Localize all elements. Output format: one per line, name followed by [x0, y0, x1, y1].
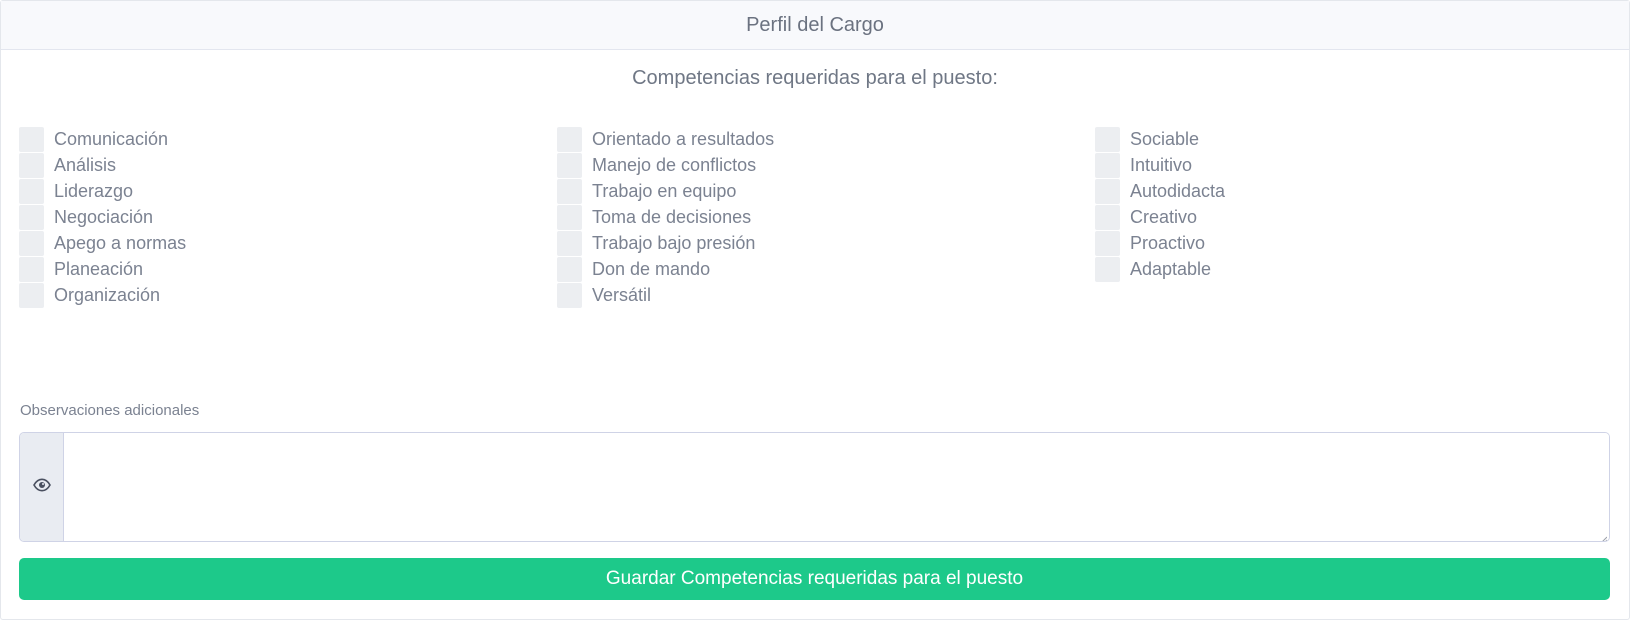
competency-label: Análisis — [54, 155, 117, 175]
checkbox[interactable] — [557, 205, 582, 230]
observations-textarea[interactable] — [64, 433, 1609, 541]
checkbox[interactable] — [557, 257, 582, 282]
competency-planeacion[interactable]: Planeación — [19, 256, 557, 282]
competency-label: Don de mando — [592, 259, 711, 279]
card-title: Perfil del Cargo — [746, 13, 884, 36]
checkbox[interactable] — [1095, 127, 1120, 152]
competency-sociable[interactable]: Sociable — [1095, 126, 1609, 152]
competency-orientado-a-resultados[interactable]: Orientado a resultados — [557, 126, 1095, 152]
competency-apego-a-normas[interactable]: Apego a normas — [19, 230, 557, 256]
checkbox[interactable] — [1095, 179, 1120, 204]
observations-addon — [20, 433, 64, 541]
competency-label: Proactivo — [1130, 233, 1206, 253]
competency-trabajo-bajo-presion[interactable]: Trabajo bajo presión — [557, 230, 1095, 256]
competency-label: Adaptable — [1130, 259, 1212, 279]
competency-label: Trabajo bajo presión — [592, 233, 756, 253]
competency-trabajo-en-equipo[interactable]: Trabajo en equipo — [557, 178, 1095, 204]
competency-label: Toma de decisiones — [592, 207, 752, 227]
competency-label: Comunicación — [54, 129, 169, 149]
competency-proactivo[interactable]: Proactivo — [1095, 230, 1609, 256]
competency-label: Manejo de conflictos — [592, 155, 757, 175]
competency-label: Organización — [54, 285, 161, 305]
save-competencies-button[interactable]: Guardar Competencias requeridas para el … — [19, 558, 1610, 600]
competencies-grid: Comunicación Análisis Liderazgo Negociac… — [19, 126, 1609, 308]
checkbox[interactable] — [557, 179, 582, 204]
competency-label: Apego a normas — [54, 233, 187, 253]
competency-label: Sociable — [1130, 129, 1200, 149]
checkbox[interactable] — [19, 283, 44, 308]
observations-label: Observaciones adicionales — [20, 402, 200, 419]
checkbox[interactable] — [1095, 257, 1120, 282]
section-title: Competencias requeridas para el puesto: — [632, 67, 998, 89]
competency-label: Autodidacta — [1130, 181, 1226, 201]
checkbox[interactable] — [19, 205, 44, 230]
checkbox[interactable] — [19, 153, 44, 178]
competency-autodidacta[interactable]: Autodidacta — [1095, 178, 1609, 204]
competency-comunicacion[interactable]: Comunicación — [19, 126, 557, 152]
competency-label: Trabajo en equipo — [592, 181, 737, 201]
checkbox[interactable] — [557, 231, 582, 256]
eye-icon — [32, 477, 51, 497]
competency-negociacion[interactable]: Negociación — [19, 204, 557, 230]
checkbox[interactable] — [1095, 205, 1120, 230]
competency-label: Versátil — [592, 285, 652, 305]
competencies-column-1: Comunicación Análisis Liderazgo Negociac… — [19, 126, 557, 308]
checkbox[interactable] — [19, 127, 44, 152]
resize-grip-icon[interactable] — [1599, 531, 1608, 541]
competency-adaptable[interactable]: Adaptable — [1095, 256, 1609, 282]
competency-toma-de-decisiones[interactable]: Toma de decisiones — [557, 204, 1095, 230]
checkbox[interactable] — [557, 283, 582, 308]
competency-label: Creativo — [1130, 207, 1198, 227]
checkbox[interactable] — [1095, 231, 1120, 256]
competency-label: Planeación — [54, 259, 144, 279]
competencies-column-2: Orientado a resultados Manejo de conflic… — [557, 126, 1095, 308]
checkbox[interactable] — [19, 257, 44, 282]
competency-organizacion[interactable]: Organización — [19, 282, 557, 308]
profile-card: Perfil del Cargo Competencias requeridas… — [0, 0, 1630, 620]
checkbox[interactable] — [19, 231, 44, 256]
checkbox[interactable] — [557, 153, 582, 178]
observations-input-group — [19, 432, 1610, 542]
competencies-column-3: Sociable Intuitivo Autodidacta Creativo … — [1095, 126, 1609, 282]
competency-label: Intuitivo — [1130, 155, 1193, 175]
checkbox[interactable] — [19, 179, 44, 204]
competency-label: Orientado a resultados — [592, 129, 775, 149]
competency-versatil[interactable]: Versátil — [557, 282, 1095, 308]
competency-label: Liderazgo — [54, 181, 134, 201]
competency-label: Negociación — [54, 207, 154, 227]
competency-don-de-mando[interactable]: Don de mando — [557, 256, 1095, 282]
competency-creativo[interactable]: Creativo — [1095, 204, 1609, 230]
competency-intuitivo[interactable]: Intuitivo — [1095, 152, 1609, 178]
competency-manejo-de-conflictos[interactable]: Manejo de conflictos — [557, 152, 1095, 178]
competency-analisis[interactable]: Análisis — [19, 152, 557, 178]
competency-liderazgo[interactable]: Liderazgo — [19, 178, 557, 204]
checkbox[interactable] — [557, 127, 582, 152]
checkbox[interactable] — [1095, 153, 1120, 178]
card-header: Perfil del Cargo — [1, 1, 1629, 50]
